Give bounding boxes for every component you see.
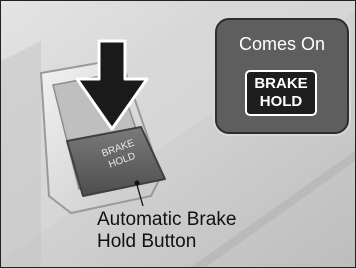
caption-line1: Automatic Brake	[97, 209, 237, 230]
indicator-title: Comes On	[238, 34, 326, 54]
callout-dot	[134, 180, 140, 186]
brake-hold-indicator-icon: BRAKE HOLD	[245, 70, 317, 116]
console-left-edge	[1, 41, 41, 267]
button-caption: Automatic Brake Hold Button	[97, 209, 236, 253]
illustration-frame: BRAKE HOLD Comes On BRAKE HOLD Automatic…	[0, 0, 356, 268]
indicator-icon-line2: HOLD	[259, 93, 303, 110]
indicator-icon-line1: BRAKE	[254, 75, 308, 92]
indicator-callout: Comes On BRAKE HOLD	[215, 18, 349, 134]
caption-line2: Hold Button	[97, 231, 197, 252]
